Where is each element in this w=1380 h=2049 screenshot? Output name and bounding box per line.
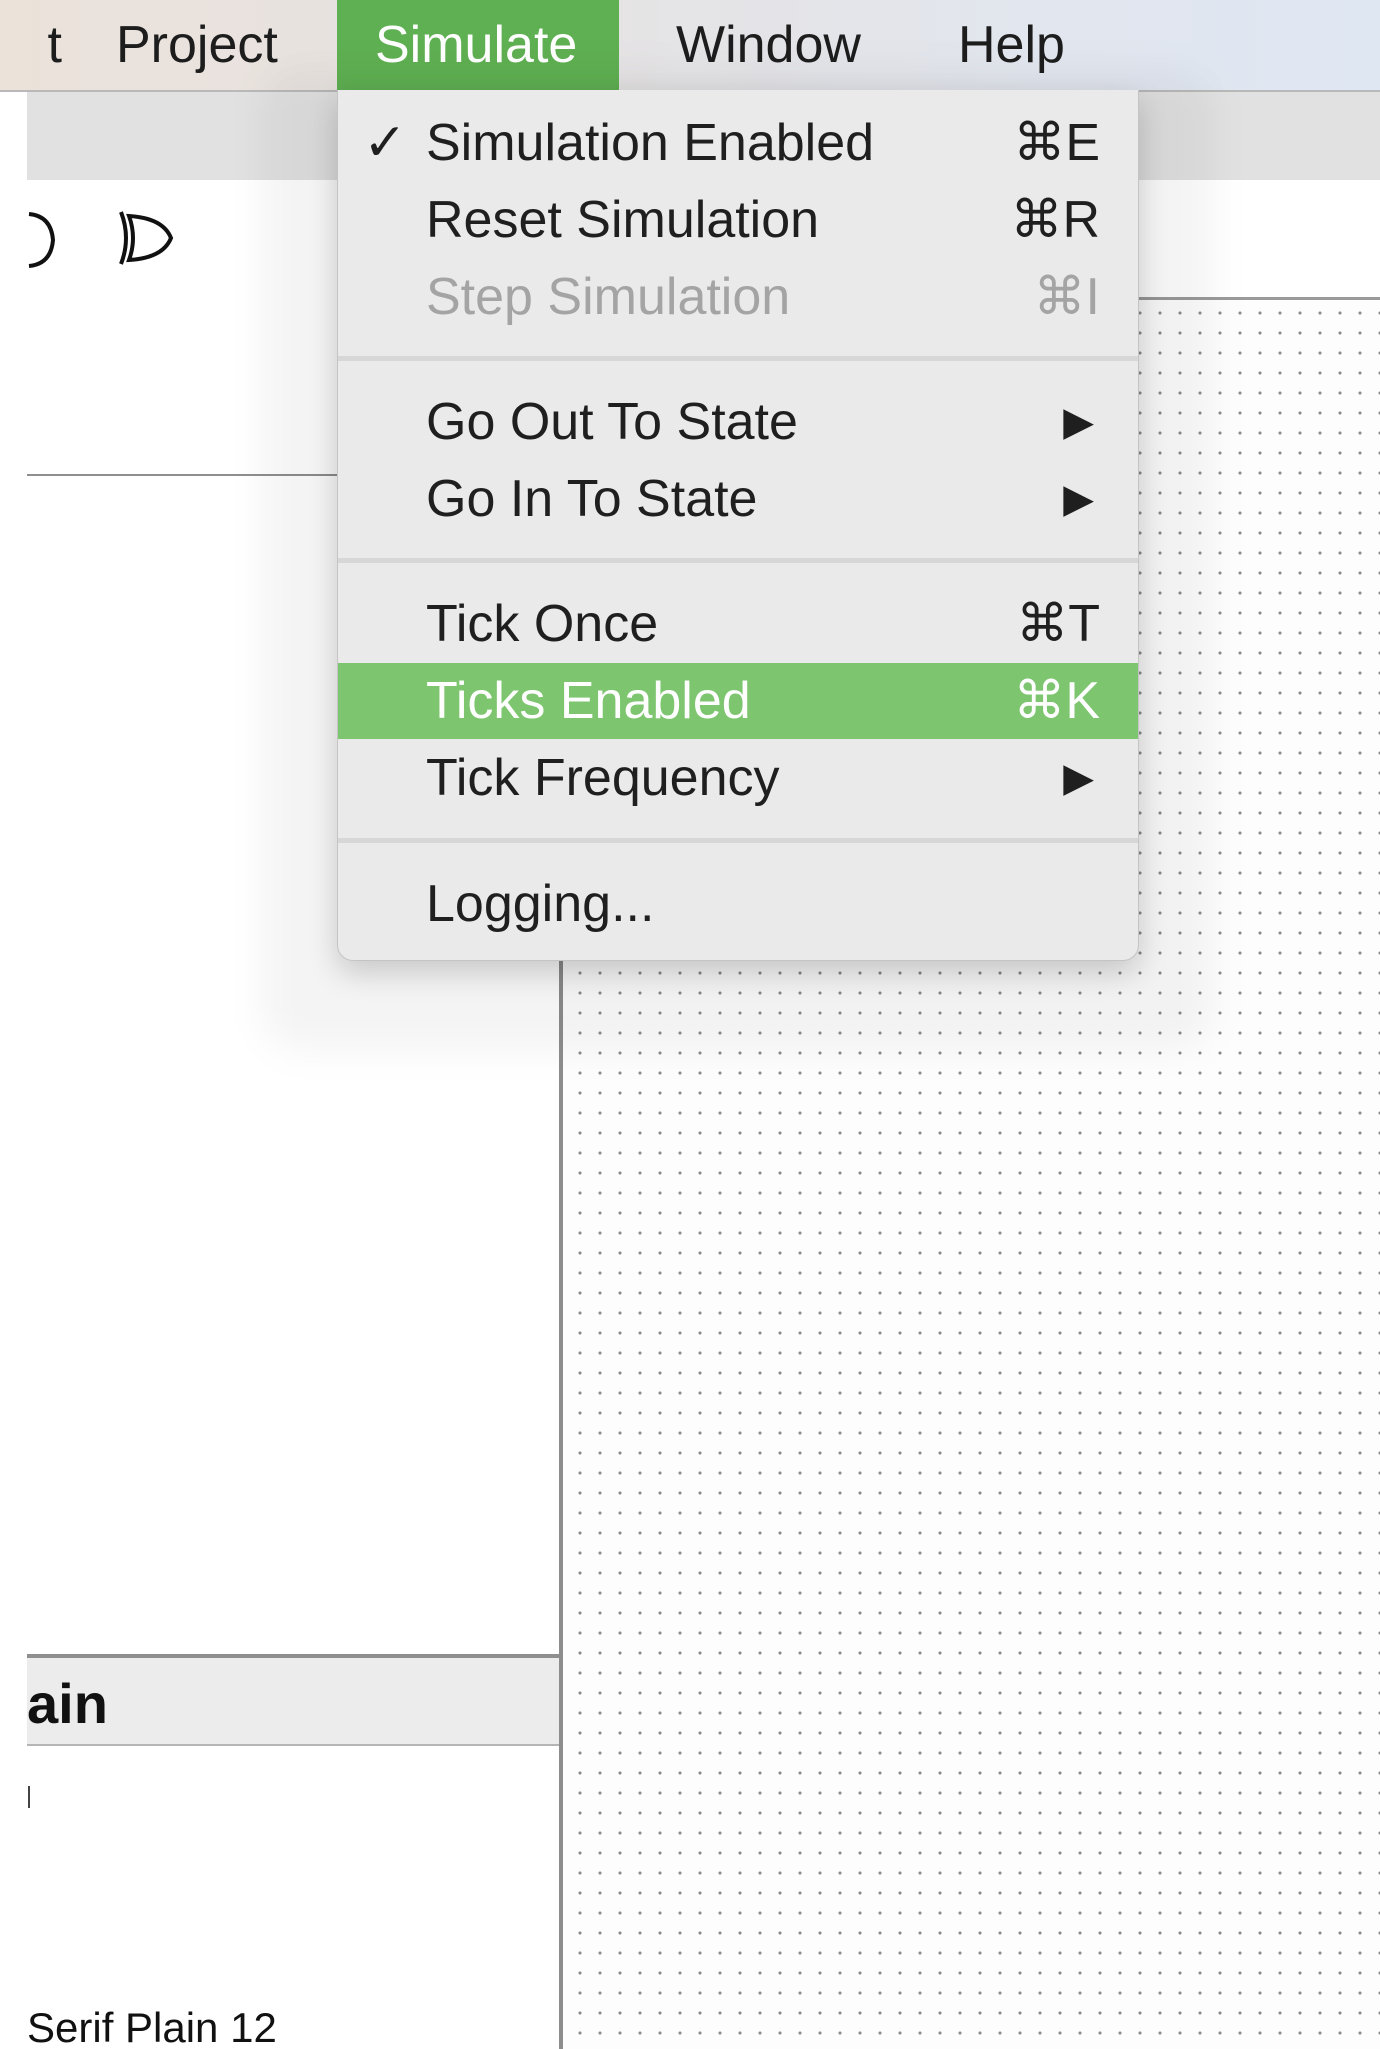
window-edge <box>0 92 27 2049</box>
submenu-arrow-icon: ▶ <box>1063 756 1094 800</box>
table-cell-marker <box>28 1786 30 1808</box>
menu-separator <box>338 838 1138 843</box>
submenu-arrow-icon: ▶ <box>1063 400 1094 444</box>
menu-separator <box>338 356 1138 361</box>
menu-edit-partial[interactable]: t <box>0 0 62 90</box>
shortcut-label: ⌘K <box>1013 672 1100 730</box>
menu-item-step-simulation: Step Simulation ⌘I <box>338 259 1138 335</box>
shortcut-label: ⌘I <box>1033 268 1100 326</box>
menu-item-go-in-to-state[interactable]: Go In To State ▶ <box>338 461 1138 537</box>
menu-item-go-out-to-state[interactable]: Go Out To State ▶ <box>338 384 1138 460</box>
menu-item-tick-frequency[interactable]: Tick Frequency ▶ <box>338 740 1138 816</box>
xor-gate-icon[interactable] <box>115 206 179 270</box>
shortcut-label: ⌘T <box>1016 595 1100 653</box>
menu-item-reset-simulation[interactable]: Reset Simulation ⌘R <box>338 182 1138 258</box>
submenu-arrow-icon: ▶ <box>1063 477 1094 521</box>
shortcut-label: ⌘E <box>1013 114 1100 172</box>
menu-item-simulation-enabled[interactable]: ✓ Simulation Enabled ⌘E <box>338 105 1138 181</box>
menu-item-tick-once[interactable]: Tick Once ⌘T <box>338 586 1138 662</box>
shortcut-label: ⌘R <box>1010 191 1100 249</box>
font-value[interactable]: Serif Plain 12 <box>27 1998 277 2049</box>
menu-item-ticks-enabled[interactable]: Ticks Enabled ⌘K <box>338 663 1138 739</box>
simulate-menu: ✓ Simulation Enabled ⌘E Reset Simulation… <box>337 90 1139 961</box>
properties-title: ain <box>27 1672 108 1735</box>
menu-separator <box>338 558 1138 563</box>
checkmark-icon: ✓ <box>363 114 407 172</box>
or-gate-icon[interactable] <box>27 208 57 272</box>
menu-item-logging[interactable]: Logging... <box>338 866 1138 942</box>
